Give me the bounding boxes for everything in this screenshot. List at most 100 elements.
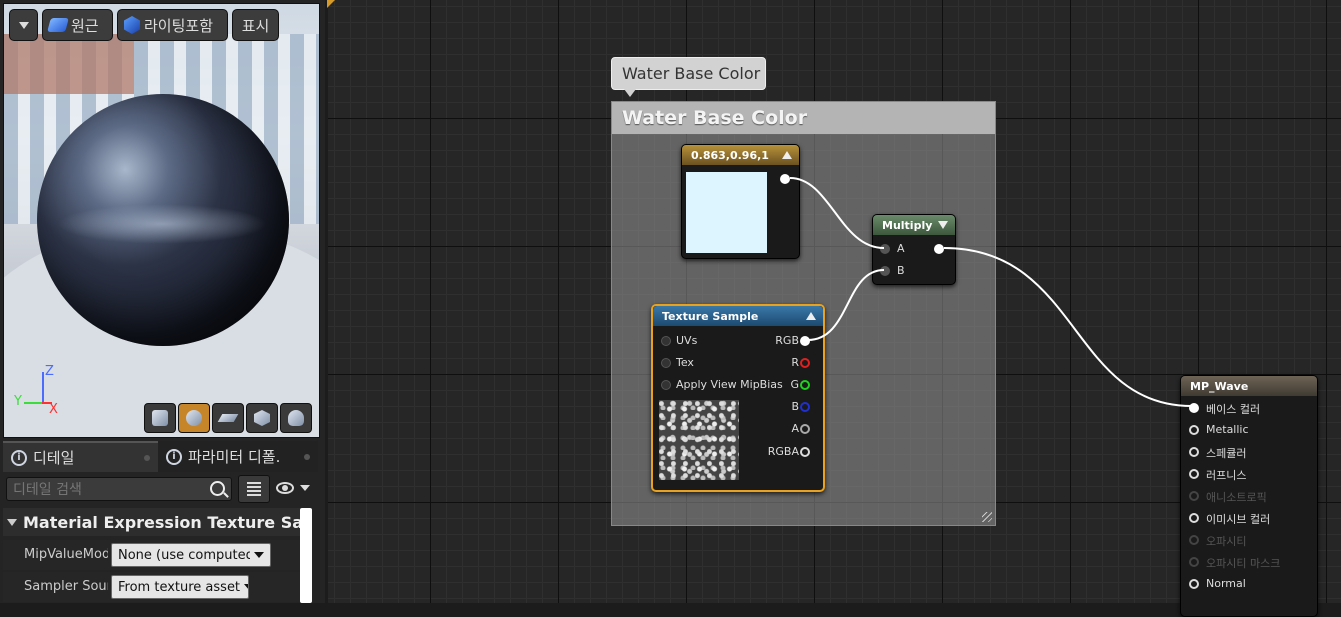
tab-parameter-defaults[interactable]: i 파라미터 디폴. (158, 441, 318, 472)
info-icon: i (166, 448, 182, 465)
chevron-down-icon (18, 21, 29, 29)
output-pin[interactable] (934, 244, 944, 254)
details-search-input[interactable] (11, 480, 205, 500)
collapse-arrow-icon[interactable] (806, 312, 816, 320)
multiply-node[interactable]: Multiply A B (872, 214, 956, 285)
viewport-options-button[interactable] (9, 9, 38, 41)
constant3vector-node[interactable]: 0.863,0.96,1 (681, 144, 800, 259)
view-options-button[interactable] (276, 481, 314, 497)
property-row: Sampler Source From texture asset (3, 572, 300, 602)
search-icon[interactable] (210, 481, 225, 496)
node-header[interactable]: MP_Wave (1181, 376, 1317, 396)
info-icon: i (11, 449, 27, 466)
dropdown-value: None (use computed n (118, 547, 250, 563)
pin-label: Apply View MipBias (676, 378, 783, 391)
dropdown-value: From texture asset (118, 579, 241, 595)
material-preview-viewport[interactable]: 원근 라이팅포함 표시 Z Y X (3, 3, 320, 438)
comment-bubble[interactable]: Water Base Color (611, 57, 766, 97)
node-title: Texture Sample (662, 309, 759, 323)
property-row: MipValueMode None (use computed n (3, 540, 300, 570)
cylinder-icon (152, 410, 168, 426)
perspective-icon (47, 18, 69, 32)
pin-label: 이미시브 컬러 (1206, 513, 1271, 526)
input-pin-uvs[interactable] (661, 336, 671, 346)
tab-details[interactable]: i 디테일 (3, 441, 158, 472)
output-pin-rgb[interactable] (800, 336, 810, 346)
pin-label: B (897, 264, 905, 277)
output-pin-b[interactable] (800, 402, 810, 412)
cube-icon (254, 410, 270, 426)
preview-shape-toolbar (144, 403, 312, 433)
node-header[interactable]: Multiply (873, 215, 955, 235)
pin-label: Metallic (1206, 423, 1249, 436)
pin-label: A (897, 242, 905, 255)
x-axis-label: X (49, 402, 58, 417)
teapot-icon (288, 410, 304, 426)
perspective-button[interactable]: 원근 (42, 9, 113, 41)
mip-value-mode-dropdown[interactable]: None (use computed n (111, 543, 271, 567)
eye-icon (276, 482, 294, 494)
perspective-label: 원근 (71, 16, 99, 35)
plane-icon (217, 414, 239, 422)
property-label: MipValueMode (24, 547, 108, 562)
texture-sample-node[interactable]: Texture Sample UVs Tex Apply View MipBia… (651, 304, 825, 492)
lit-mode-button[interactable]: 라이팅포함 (117, 9, 228, 41)
input-pin-metallic[interactable] (1189, 425, 1199, 435)
category-header[interactable]: Material Expression Texture Sample (3, 508, 300, 536)
chevron-down-icon (244, 584, 248, 590)
output-pin-a[interactable] (800, 424, 810, 434)
node-header[interactable]: 0.863,0.96,1 (682, 145, 799, 165)
show-button[interactable]: 표시 (232, 9, 279, 41)
input-pin-tex[interactable] (661, 358, 671, 368)
pin-label: Tex (676, 356, 694, 369)
preview-cube-button[interactable] (246, 403, 278, 433)
pin-label: RGBA (767, 445, 799, 458)
pin-label: 스페큘러 (1206, 447, 1247, 460)
pin-label: 러프니스 (1206, 469, 1247, 482)
details-search-box[interactable] (6, 477, 232, 501)
node-header[interactable]: Texture Sample (653, 306, 823, 326)
output-pin[interactable] (780, 174, 790, 184)
output-pin-rgba[interactable] (800, 447, 810, 457)
details-scrollbar[interactable] (300, 508, 312, 603)
sampler-source-dropdown[interactable]: From texture asset (111, 575, 249, 599)
input-pin-roughness[interactable] (1189, 469, 1199, 479)
collapse-arrow-icon[interactable] (782, 151, 792, 159)
comment-bubble-text: Water Base Color (622, 64, 761, 83)
y-axis-label: Y (14, 394, 22, 409)
property-matrix-button[interactable] (238, 475, 270, 503)
input-pin-opacity (1189, 535, 1199, 545)
input-pin-b[interactable] (880, 266, 890, 276)
input-pin-opacity-mask (1189, 557, 1199, 567)
resize-grip-icon[interactable] (982, 512, 992, 522)
material-result-node[interactable]: MP_Wave 베이스 컬러 Metallic 스페큘러 러프니스 애니소트로픽… (1180, 375, 1318, 617)
y-axis-line (24, 402, 42, 404)
property-label: Sampler Source (24, 579, 108, 594)
preview-sphere-button[interactable] (178, 403, 210, 433)
pin-label: 베이스 컬러 (1206, 403, 1261, 416)
z-axis-label: Z (45, 364, 54, 379)
input-pin-normal[interactable] (1189, 579, 1199, 589)
output-pin-r[interactable] (800, 358, 810, 368)
input-pin-emissive[interactable] (1189, 513, 1199, 523)
category-title: Material Expression Texture Sample (23, 512, 300, 532)
z-axis-line (42, 372, 44, 404)
input-pin-a[interactable] (880, 244, 890, 254)
collapse-arrow-icon[interactable] (938, 221, 948, 229)
output-pin-g[interactable] (800, 380, 810, 390)
input-pin-base-color[interactable] (1189, 403, 1199, 413)
lit-cube-icon (124, 16, 140, 34)
preview-teapot-button[interactable] (280, 403, 312, 433)
input-pin-specular[interactable] (1189, 447, 1199, 457)
pin-label: G (790, 378, 799, 391)
comment-title: Water Base Color (622, 107, 808, 129)
tab-parameter-defaults-label: 파라미터 디폴. (188, 448, 281, 466)
input-pin-mipbias[interactable] (661, 380, 671, 390)
comment-title-bar[interactable]: Water Base Color (612, 102, 995, 134)
tab-pin-icon (144, 454, 150, 461)
preview-plane-button[interactable] (212, 403, 244, 433)
tab-pin-icon (304, 453, 310, 460)
show-label: 표시 (241, 16, 270, 35)
details-tab-bar: i 디테일 i 파라미터 디폴. (3, 441, 318, 472)
preview-cylinder-button[interactable] (144, 403, 176, 433)
